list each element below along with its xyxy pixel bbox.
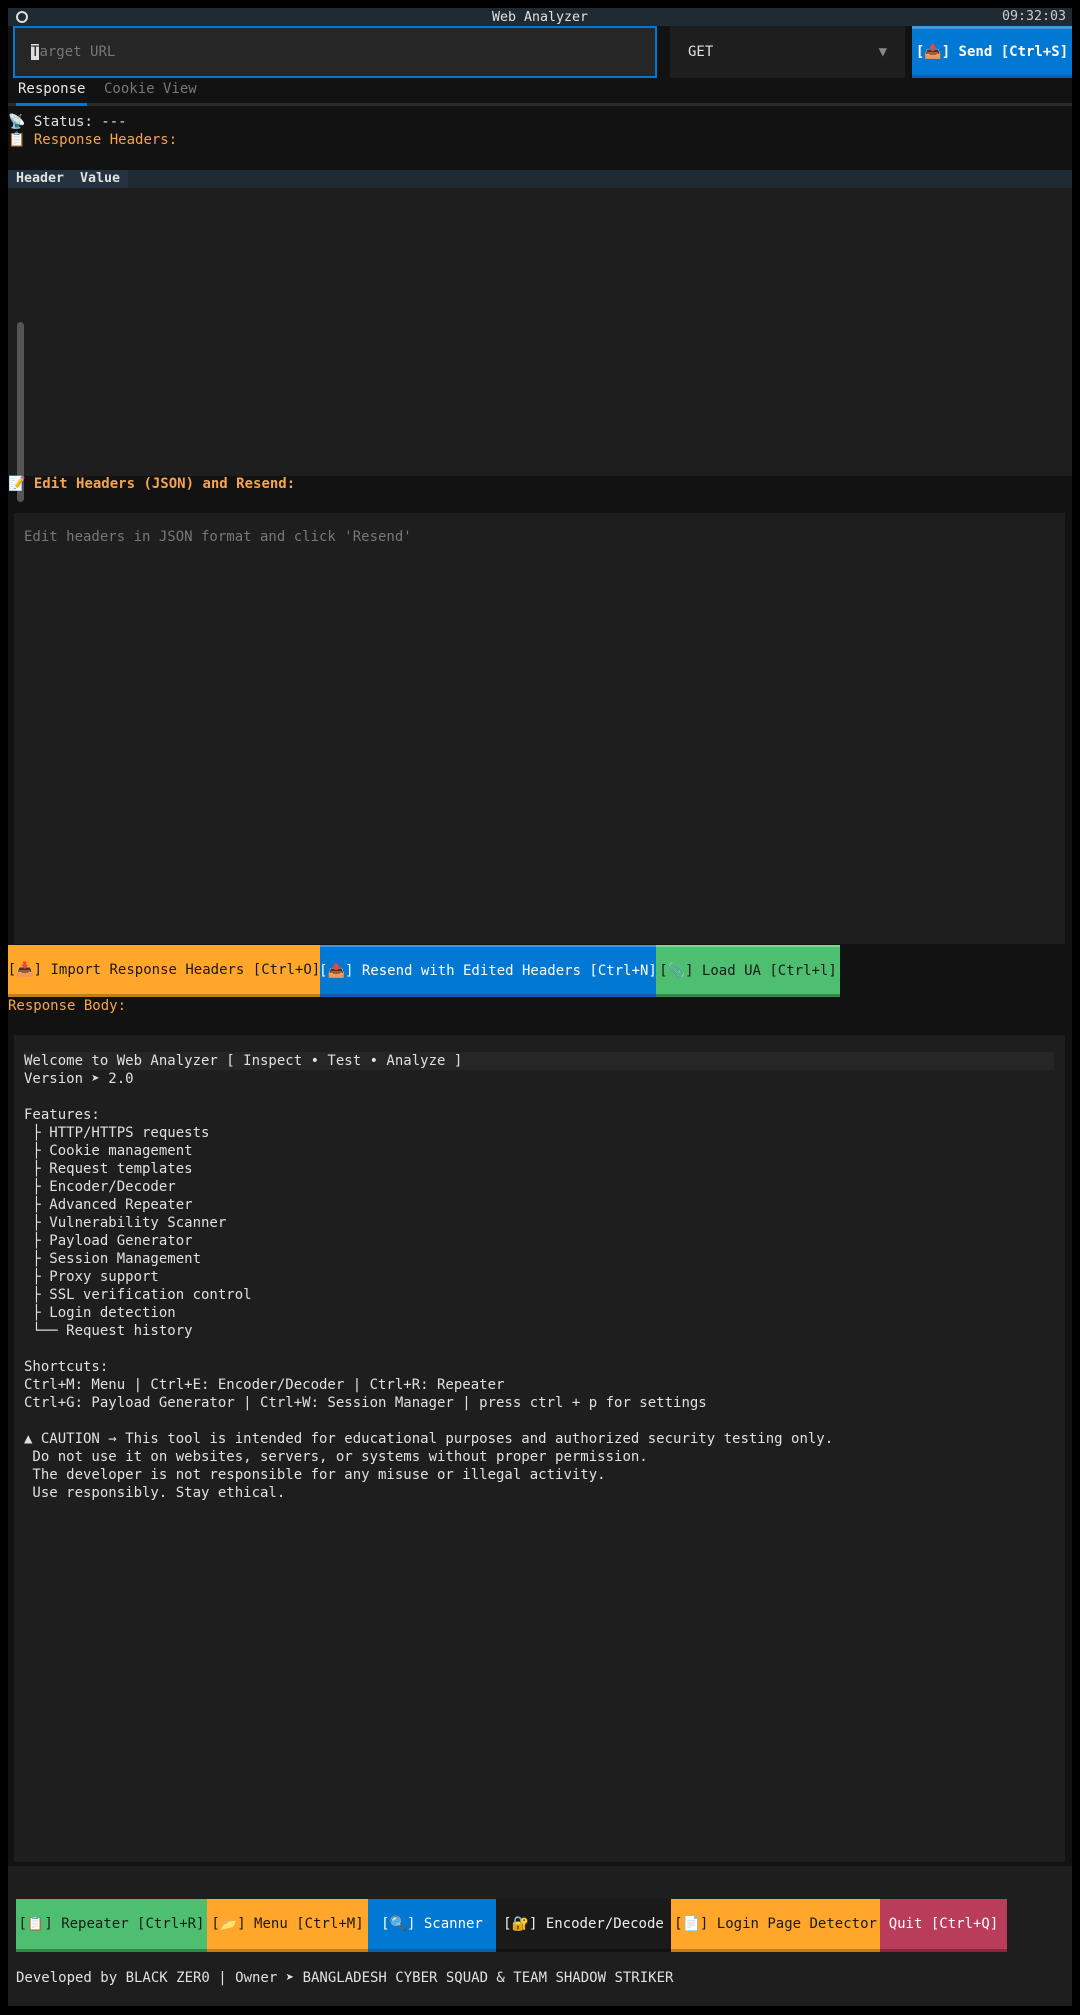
window-title: Web Analyzer <box>491 9 589 25</box>
response-body-label: Response Body: <box>8 998 127 1014</box>
clock: 09:32:03 <box>1001 9 1066 24</box>
edit-headers-label: Edit Headers (JSON) and Resend: <box>33 476 296 492</box>
response-body[interactable]: Welcome to Web Analyzer [ Inspect • Test… <box>14 1035 1065 1862</box>
repeater-button[interactable]: [📋] Repeater [Ctrl+R] <box>16 1899 207 1952</box>
headers-table-header: Header Value <box>8 170 1072 188</box>
quit-button[interactable]: Quit [Ctrl+Q] <box>880 1899 1007 1952</box>
load-ua-button[interactable]: [📎] Load UA [Ctrl+l] <box>656 945 840 997</box>
url-input[interactable]: Target URL <box>13 26 657 78</box>
response-headers-heading: 📋 Response Headers: <box>8 132 177 148</box>
app-icon <box>16 11 28 23</box>
edit-headers-heading: 📝 Edit Headers (JSON) and Resend: <box>8 476 295 492</box>
login-page-detector-button[interactable]: [📄] Login Page Detector <box>671 1899 880 1952</box>
status-text: Status: --- <box>33 114 127 130</box>
status-line: 📡 Status: --- <box>8 114 127 130</box>
menu-button[interactable]: [📂] Menu [Ctrl+M] <box>207 1899 368 1952</box>
url-placeholder: arget URL <box>39 44 116 60</box>
headers-table-body <box>8 188 1072 476</box>
text-cursor: T <box>31 44 40 60</box>
welcome-line: Welcome to Web Analyzer [ Inspect • Test… <box>24 1052 1054 1070</box>
developer-credit: Developed by BLACK ZER0 | Owner ➤ BANGLA… <box>16 1970 674 1986</box>
body-text: Version ➤ 2.0 Features: ├ HTTP/HTTPS req… <box>24 1071 834 1501</box>
scanner-button[interactable]: [🔍] Scanner <box>368 1899 496 1952</box>
import-headers-button[interactable]: [📥] Import Response Headers [Ctrl+O] <box>8 945 320 997</box>
clipboard-icon: 📋 <box>8 132 26 148</box>
send-button[interactable]: [📤] Send [Ctrl+S] <box>912 26 1072 78</box>
satellite-icon: 📡 <box>8 114 26 130</box>
resend-edited-headers-button[interactable]: [📤] Resend with Edited Headers [Ctrl+N] <box>319 945 657 997</box>
tab-cookie-view[interactable]: Cookie View <box>104 80 197 106</box>
method-value: GET <box>688 44 714 60</box>
memo-icon: 📝 <box>8 476 26 492</box>
scrollbar[interactable] <box>17 322 24 502</box>
column-header[interactable]: Header <box>16 170 64 188</box>
method-select[interactable]: GET ▼ <box>670 26 905 78</box>
encoder-decoder-button[interactable]: [🔐] Encoder/Decode <box>496 1899 671 1952</box>
tab-response[interactable]: Response <box>16 80 88 106</box>
column-value[interactable]: Value <box>80 170 120 188</box>
title-bar: Web Analyzer 09:32:03 <box>8 8 1072 26</box>
tab-bar: Response Cookie View <box>8 80 1072 106</box>
headers-json-editor[interactable]: Edit headers in JSON format and click 'R… <box>14 513 1065 944</box>
chevron-down-icon: ▼ <box>878 44 887 60</box>
response-headers-label: Response Headers: <box>33 132 178 148</box>
